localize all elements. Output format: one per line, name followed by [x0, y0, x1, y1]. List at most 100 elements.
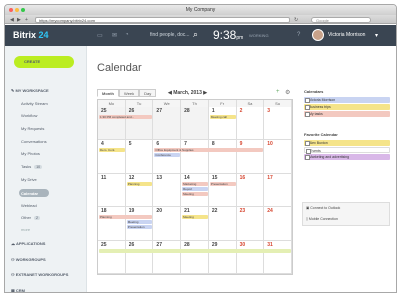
calendar-event[interactable]: Conference — [154, 153, 181, 158]
day-cell[interactable]: 4 — [98, 140, 126, 174]
calendar-event[interactable]: Planning — [99, 215, 153, 220]
day-cell[interactable]: 7 — [181, 140, 209, 174]
sidebar-item-tasks[interactable]: Tasks 10 — [21, 164, 43, 169]
user-name[interactable]: Victoria Morrison — [328, 32, 365, 38]
clock[interactable]: 9:38pm — [213, 28, 243, 42]
calendar-event[interactable]: Meeting — [182, 191, 208, 196]
sidebar-item-weblead[interactable]: Weblead — [21, 203, 37, 208]
tab-month[interactable]: Month — [97, 89, 119, 97]
day-cell[interactable]: 21 — [181, 207, 209, 241]
search-icon[interactable]: ⌕ — [193, 29, 198, 40]
calendar-event[interactable] — [99, 248, 291, 253]
maximize-window-button[interactable] — [21, 8, 25, 12]
calendar-event[interactable]: 1:30 PM completed and... — [99, 115, 153, 119]
calendar-event[interactable]: Planning — [126, 181, 153, 186]
day-cell[interactable]: 17 — [264, 173, 292, 208]
sidebar-item-calendar[interactable]: Calendar — [21, 191, 38, 196]
calendar-event[interactable]: Meeting call — [209, 115, 236, 119]
day-cell[interactable]: 11 — [98, 173, 126, 208]
day-cell[interactable]: 10 — [264, 140, 292, 174]
day-cell[interactable]: 25 — [98, 107, 126, 141]
day-cell[interactable]: 15 — [208, 173, 237, 208]
favorite-item-marketing[interactable]: Marketing and advertising — [304, 154, 390, 160]
sidebar-item-conversations[interactable]: Conversations — [21, 139, 47, 144]
favorite-item-alex-buxton[interactable]: Alex Buxton — [304, 140, 390, 146]
address-bar[interactable]: https://mycompany.bitrix24.com — [35, 17, 290, 23]
add-tab-icon[interactable]: + — [25, 17, 28, 23]
sidebar-item-workflow[interactable]: Workflow — [21, 113, 37, 118]
settings-icon[interactable]: ⚙ — [285, 89, 290, 96]
day-cell[interactable]: 8 — [208, 140, 237, 174]
calendar-event[interactable]: Marketing — [182, 181, 208, 186]
help-icon[interactable]: ? — [297, 32, 300, 38]
day-cell[interactable]: 12 — [125, 173, 154, 208]
sidebar-item-activity-stream[interactable]: Activity Stream — [21, 101, 48, 106]
day-cell[interactable]: 29 — [208, 240, 237, 274]
calendar-event[interactable]: Report — [182, 186, 208, 191]
day-cell[interactable]: 3 — [264, 107, 292, 141]
day-cell[interactable]: 23 — [236, 207, 265, 241]
calendar-event[interactable]: Presentation — [126, 225, 153, 230]
calendar-item-business-trips[interactable]: Business trips — [304, 104, 390, 110]
bell-icon[interactable]: ◔ — [125, 32, 129, 38]
day-cell[interactable]: 31 — [264, 240, 292, 274]
sidebar-item-other[interactable]: Other 2 — [21, 215, 40, 220]
day-cell[interactable]: 28 — [181, 240, 209, 274]
create-button[interactable]: CREATE — [14, 56, 74, 68]
sidebar-item-my-drive[interactable]: My Drive — [21, 177, 37, 182]
day-cell[interactable]: 27 — [153, 107, 182, 141]
calendar-item-my-tasks[interactable]: My tasks — [304, 111, 390, 117]
favorite-item-events[interactable]: Events — [304, 147, 390, 154]
day-cell[interactable]: 22 — [208, 207, 237, 241]
logo[interactable]: Bitrix 24 — [13, 30, 49, 40]
close-window-button[interactable] — [9, 8, 13, 12]
day-cell[interactable]: 28 — [181, 107, 209, 141]
day-cell[interactable]: 26 — [125, 107, 154, 141]
calendar-item-victoria[interactable]: Victoria Morrison — [304, 97, 390, 103]
day-cell[interactable]: 16 — [236, 173, 265, 208]
day-cell[interactable]: 18 — [98, 207, 126, 241]
mobile-link[interactable]: ▯ Mobile Connection — [306, 217, 338, 221]
day-cell[interactable]: 25 — [98, 240, 126, 274]
calendar-event[interactable]: Meeting — [126, 220, 153, 225]
sidebar-item-my-requests[interactable]: My Requests — [21, 126, 44, 131]
notifications-icon[interactable]: ✉ — [112, 32, 117, 39]
day-cell[interactable]: 1 — [208, 107, 237, 141]
browser-search-input[interactable]: Google — [311, 17, 371, 23]
calendar-event[interactable]: Office Equipment & Supplies — [154, 148, 264, 153]
day-cell[interactable]: 20 — [153, 207, 182, 241]
tab-day[interactable]: Day — [139, 89, 157, 97]
day-cell[interactable]: 27 — [153, 240, 182, 274]
sidebar-item-more[interactable]: more — [21, 227, 30, 232]
sidebar-section-crm[interactable]: ▦ CRM — [11, 288, 25, 292]
reload-icon[interactable]: ↻ — [294, 17, 298, 23]
sidebar-section-applications[interactable]: ☁ APPLICATIONS — [11, 241, 45, 246]
day-cell[interactable]: 24 — [264, 207, 292, 241]
chevron-down-icon[interactable]: ▾ — [375, 32, 378, 39]
day-cell[interactable]: 30 — [236, 240, 265, 274]
avatar[interactable] — [312, 29, 324, 41]
day-cell[interactable]: 9 — [236, 140, 265, 174]
chat-icon[interactable]: ▭ — [97, 32, 103, 39]
header-search-input[interactable]: find people, doc... — [150, 32, 189, 38]
sidebar-section-workgroups[interactable]: ⚇ WORKGROUPS — [11, 257, 46, 262]
day-cell[interactable]: 2 — [236, 107, 265, 141]
forward-icon[interactable]: ▶ — [17, 17, 21, 23]
calendar-event[interactable]: Dem. Cont. — [99, 148, 125, 153]
work-status[interactable]: WORKING — [249, 33, 269, 38]
tab-week[interactable]: Week — [119, 89, 140, 97]
back-icon[interactable]: ◀ — [10, 17, 14, 23]
calendar-event[interactable]: Presentation — [209, 181, 236, 186]
minimize-window-button[interactable] — [15, 8, 19, 12]
day-cell[interactable]: 26 — [125, 240, 154, 274]
outlook-link[interactable]: ▣ Connect to Outlook — [306, 206, 340, 210]
sidebar-item-my-photos[interactable]: My Photos — [21, 151, 40, 156]
add-event-icon[interactable]: + — [276, 89, 280, 95]
day-cell[interactable]: 6 — [153, 140, 182, 174]
next-month-icon[interactable]: ▶ — [202, 90, 207, 96]
calendar-event[interactable]: Meeting — [182, 215, 208, 220]
day-cell[interactable]: 13 — [153, 173, 182, 208]
day-cell[interactable]: 5 — [125, 140, 154, 174]
sidebar-section-workspace[interactable]: ✎ MY WORKSPACE — [11, 88, 49, 93]
sidebar-section-extranet[interactable]: ⚇ EXTRANET WORKGROUPS — [11, 272, 68, 277]
